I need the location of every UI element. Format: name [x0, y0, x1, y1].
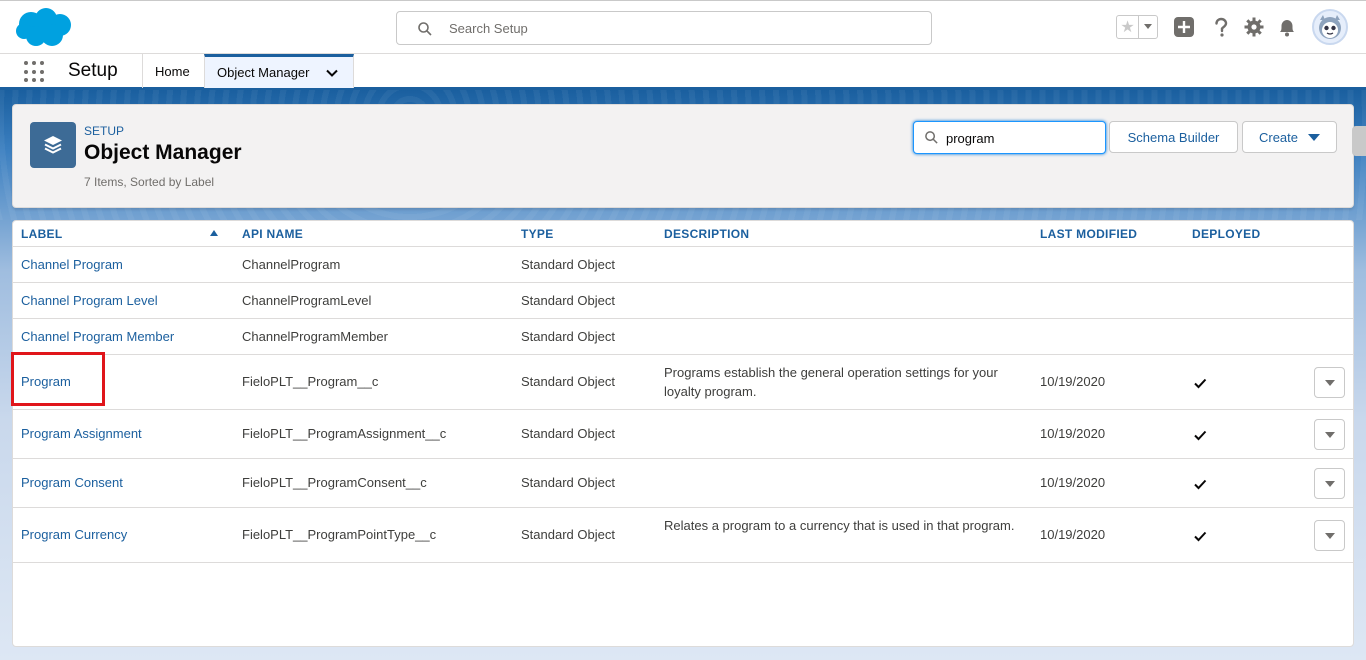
table-row: Program Currency FieloPLT__ProgramPointT…	[13, 508, 1353, 563]
app-launcher-icon[interactable]	[24, 61, 46, 83]
api-name-cell: FieloPLT__ProgramPointType__c	[242, 527, 437, 542]
tab-object-manager-label: Object Manager	[217, 65, 310, 80]
app-name: Setup	[68, 60, 118, 81]
object-label-link[interactable]: Program Assignment	[21, 426, 142, 441]
schema-builder-button[interactable]: Schema Builder	[1109, 121, 1238, 153]
column-header-description[interactable]: DESCRIPTION	[664, 227, 749, 241]
chevron-down-icon	[1324, 532, 1335, 539]
last-modified-cell: 10/19/2020	[1040, 527, 1106, 542]
type-cell: Standard Object	[521, 293, 615, 308]
description-cell: Relates a program to a currency that is …	[664, 518, 1015, 533]
setup-search-input[interactable]	[449, 18, 909, 38]
settings-gear-icon[interactable]	[1243, 16, 1265, 38]
row-actions-button[interactable]	[1314, 468, 1345, 499]
column-header-label[interactable]: LABEL	[21, 227, 63, 241]
chevron-down-icon	[1324, 379, 1335, 386]
api-name-cell: ChannelProgramMember	[242, 329, 388, 344]
annotation-highlight-box	[11, 352, 105, 406]
type-cell: Standard Object	[521, 426, 615, 441]
deployed-check-icon	[1194, 531, 1207, 542]
tab-home[interactable]: Home	[142, 54, 204, 88]
deployed-check-icon	[1194, 430, 1207, 441]
object-label-link[interactable]: Channel Program Level	[21, 293, 158, 308]
row-actions-button[interactable]	[1314, 520, 1345, 551]
api-name-cell: FieloPLT__Program__c	[242, 374, 379, 389]
objects-table: LABEL API NAME TYPE DESCRIPTION LAST MOD…	[12, 220, 1354, 647]
table-row: Channel Program Member ChannelProgramMem…	[13, 319, 1353, 355]
deployed-check-icon	[1194, 479, 1207, 490]
favorites-dropdown-icon[interactable]	[1139, 16, 1157, 38]
add-icon[interactable]	[1173, 16, 1195, 38]
create-button[interactable]: Create	[1242, 121, 1337, 153]
create-button-label: Create	[1258, 129, 1299, 145]
setup-search-box[interactable]	[396, 11, 932, 45]
table-header-row: LABEL API NAME TYPE DESCRIPTION LAST MOD…	[13, 221, 1353, 247]
table-row: Channel Program ChannelProgram Standard …	[13, 247, 1353, 283]
last-modified-cell: 10/19/2020	[1040, 374, 1106, 389]
table-row: Program Assignment FieloPLT__ProgramAssi…	[13, 410, 1353, 459]
api-name-cell: FieloPLT__ProgramAssignment__c	[242, 426, 447, 441]
type-cell: Standard Object	[521, 374, 615, 389]
side-panel-toggle[interactable]	[1352, 126, 1366, 156]
description-cell: Programs establish the general operation…	[664, 365, 998, 399]
row-actions-button[interactable]	[1314, 419, 1345, 450]
object-manager-icon	[30, 122, 76, 168]
context-bar: Setup Home Object Manager	[0, 53, 1366, 90]
global-header: ★	[0, 0, 1366, 53]
column-header-last-modified[interactable]: LAST MODIFIED	[1040, 227, 1137, 241]
help-icon[interactable]	[1210, 16, 1232, 38]
object-label-link[interactable]: Channel Program Member	[21, 329, 174, 344]
object-label-link[interactable]: Channel Program	[21, 257, 123, 272]
quick-find-input[interactable]	[946, 129, 1096, 147]
page-header: SETUP Object Manager 7 Items, Sorted by …	[12, 104, 1354, 208]
type-cell: Standard Object	[521, 329, 615, 344]
row-actions-button[interactable]	[1314, 367, 1345, 398]
search-icon	[925, 131, 938, 144]
notifications-bell-icon[interactable]	[1276, 16, 1298, 38]
quick-find-box[interactable]	[913, 121, 1106, 154]
tab-object-manager[interactable]: Object Manager	[204, 54, 354, 88]
caret-down-icon	[1308, 133, 1321, 141]
chevron-down-icon	[1324, 480, 1335, 487]
sort-ascending-icon[interactable]	[210, 230, 218, 236]
last-modified-cell: 10/19/2020	[1040, 475, 1106, 490]
column-header-deployed[interactable]: DEPLOYED	[1192, 227, 1260, 241]
api-name-cell: ChannelProgram	[242, 257, 341, 272]
type-cell: Standard Object	[521, 257, 615, 272]
items-count-meta: 7 Items, Sorted by Label	[84, 175, 215, 189]
api-name-cell: ChannelProgramLevel	[242, 293, 372, 308]
search-icon	[418, 22, 432, 36]
breadcrumb-setup[interactable]: SETUP	[84, 124, 124, 138]
api-name-cell: FieloPLT__ProgramConsent__c	[242, 475, 427, 490]
object-label-link[interactable]: Program Currency	[21, 527, 127, 542]
column-header-type[interactable]: TYPE	[521, 227, 554, 241]
table-row: Program FieloPLT__Program__c Standard Ob…	[13, 355, 1353, 410]
type-cell: Standard Object	[521, 527, 615, 542]
user-avatar[interactable]	[1312, 9, 1348, 45]
column-header-api-name[interactable]: API NAME	[242, 227, 303, 241]
table-row: Channel Program Level ChannelProgramLeve…	[13, 283, 1353, 319]
deployed-check-icon	[1194, 378, 1207, 389]
favorites-group[interactable]: ★	[1116, 15, 1158, 39]
favorites-star-icon[interactable]: ★	[1117, 16, 1139, 38]
last-modified-cell: 10/19/2020	[1040, 426, 1106, 441]
chevron-down-icon[interactable]	[325, 66, 339, 80]
type-cell: Standard Object	[521, 475, 615, 490]
chevron-down-icon	[1324, 431, 1335, 438]
object-label-link[interactable]: Program Consent	[21, 475, 123, 490]
page-title: Object Manager	[84, 141, 242, 164]
salesforce-logo[interactable]	[14, 7, 74, 49]
table-row: Program Consent FieloPLT__ProgramConsent…	[13, 459, 1353, 508]
